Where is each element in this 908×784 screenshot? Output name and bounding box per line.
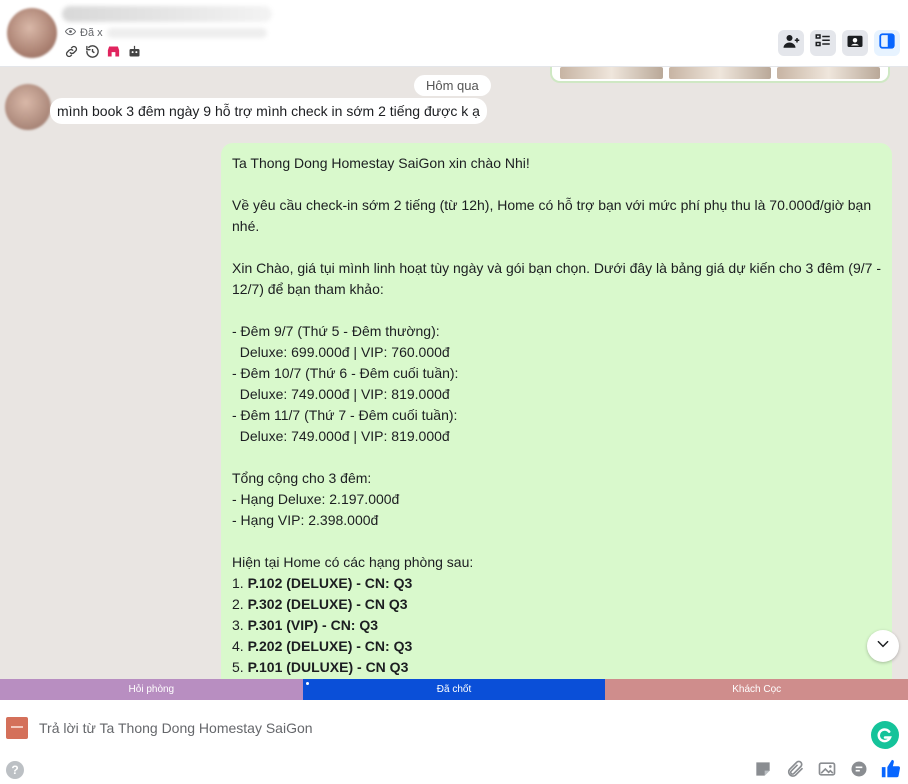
history-icon[interactable] (85, 44, 100, 59)
shop-icon[interactable] (106, 44, 121, 59)
page-logo (6, 717, 28, 739)
add-person-button[interactable] (778, 30, 804, 56)
conversation-tags: Hỏi phòng Đã chốt Khách Cọc (0, 679, 908, 700)
contact-tools (64, 44, 142, 59)
chevron-down-icon (876, 637, 890, 656)
link-icon[interactable] (64, 44, 79, 59)
room-name: P.202 (DELUXE) - CN: Q3 (247, 638, 413, 654)
room-list: 1. P.102 (DELUXE) - CN: Q3 2. P.302 (DELU… (232, 573, 882, 678)
robot-icon[interactable] (127, 44, 142, 59)
image-thumbnail[interactable] (668, 67, 772, 79)
room-name: P.302 (DELUXE) - CN Q3 (247, 596, 408, 612)
image-thumbnail[interactable] (560, 67, 663, 79)
checklist-button[interactable] (810, 30, 836, 56)
contact-card-icon (846, 32, 864, 55)
image-thumbnail[interactable] (777, 67, 881, 79)
scroll-to-bottom-button[interactable] (867, 630, 899, 662)
room-number: 5. (232, 659, 248, 675)
message-line: - Hạng Deluxe: 2.197.000đ (232, 491, 400, 507)
contact-avatar[interactable] (7, 8, 57, 58)
room-list-item: 1. P.102 (DELUXE) - CN: Q3 (232, 573, 882, 594)
message-line: Về yêu cầu check-in sớm 2 tiếng (từ 12h)… (232, 197, 872, 213)
message-line: - Hạng VIP: 2.398.000đ (232, 512, 379, 528)
message-line: - Đêm 9/7 (Thứ 5 - Đêm thường): (232, 323, 440, 339)
reply-composer: Trả lời từ Ta Thong Dong Homestay SaiGon… (0, 700, 908, 784)
contact-card-button[interactable] (842, 30, 868, 56)
attachment-icon[interactable] (784, 758, 806, 780)
sidebar-toggle-button[interactable] (874, 30, 900, 56)
sticker-icon[interactable] (752, 758, 774, 780)
tag-da-chot[interactable]: Đã chốt (302, 679, 606, 700)
message-line: nhé. (232, 218, 260, 234)
help-button[interactable]: ? (6, 761, 24, 779)
message-line: - Đêm 11/7 (Thứ 7 - Đêm cuối tuần): (232, 407, 458, 423)
like-icon[interactable] (880, 758, 902, 780)
eye-icon (64, 26, 77, 40)
date-separator: Hôm qua (414, 75, 491, 96)
room-name: P.301 (VIP) - CN: Q3 (247, 617, 379, 633)
seen-status: Đã x (64, 26, 267, 40)
room-number: 3. (232, 617, 248, 633)
saved-reply-icon[interactable] (848, 758, 870, 780)
room-list-item: 2. P.302 (DELUXE) - CN Q3 (232, 594, 882, 615)
sidebar-panel-icon (878, 32, 896, 55)
room-number: 4. (232, 638, 248, 654)
message-line: Hiện tại Home có các hạng phòng sau: (232, 554, 474, 570)
message-line: Deluxe: 699.000đ | VIP: 760.000đ (232, 344, 450, 360)
header-actions (778, 30, 900, 56)
room-name: P.102 (DELUXE) - CN: Q3 (247, 575, 413, 591)
room-list-item: 4. P.202 (DELUXE) - CN: Q3 (232, 636, 882, 657)
message-line: Tổng cộng cho 3 đêm: (232, 470, 372, 486)
message-line: Ta Thong Dong Homestay SaiGon xin chào N… (232, 155, 530, 171)
image-icon[interactable] (816, 758, 838, 780)
tag-hoi-phong[interactable]: Hỏi phòng (0, 679, 303, 700)
room-name: P.101 (DULUXE) - CN Q3 (247, 659, 409, 675)
tag-khach-coc[interactable]: Khách Cọc (605, 679, 908, 700)
message-line: Xin Chào, giá tụi mình linh hoạt tùy ngà… (232, 260, 881, 276)
incoming-message[interactable]: mình book 3 đêm ngày 9 hỗ trợ mình check… (50, 98, 487, 124)
grammarly-icon[interactable] (871, 721, 899, 749)
room-list-item: 5. P.101 (DULUXE) - CN Q3 (232, 657, 882, 678)
message-thread[interactable]: Hôm qua mình book 3 đêm ngày 9 hỗ trợ mì… (0, 67, 908, 679)
outgoing-message[interactable]: Ta Thong Dong Homestay SaiGon xin chào N… (221, 143, 892, 679)
room-list-item: 3. P.301 (VIP) - CN: Q3 (232, 615, 882, 636)
seen-status-blurred (106, 28, 267, 38)
composer-tools (752, 758, 902, 780)
message-line: Deluxe: 749.000đ | VIP: 819.000đ (232, 428, 450, 444)
message-line: - Đêm 10/7 (Thứ 6 - Đêm cuối tuần): (232, 365, 459, 381)
conversation-header: Đã x (0, 0, 908, 67)
message-line: 12/7) để bạn tham khảo: (232, 281, 384, 297)
add-person-icon (782, 32, 800, 55)
room-number: 1. (232, 575, 248, 591)
checklist-icon (814, 32, 832, 55)
room-number: 2. (232, 596, 248, 612)
sender-avatar[interactable] (5, 84, 51, 130)
contact-name-blurred (62, 6, 272, 22)
outgoing-message-text: Ta Thong Dong Homestay SaiGon xin chào N… (232, 153, 882, 573)
seen-status-text: Đã x (80, 27, 103, 39)
reply-input[interactable]: Trả lời từ Ta Thong Dong Homestay SaiGon (39, 720, 313, 736)
previous-image-message[interactable] (550, 67, 890, 83)
message-line: Deluxe: 749.000đ | VIP: 819.000đ (232, 386, 450, 402)
